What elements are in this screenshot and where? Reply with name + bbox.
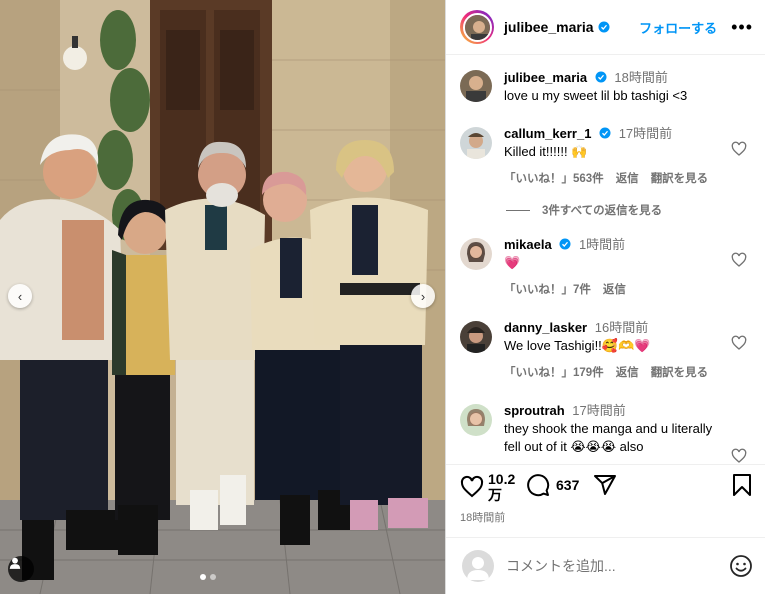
carousel-dot-active [200, 574, 206, 580]
comment-like-heart-icon[interactable] [731, 448, 747, 464]
story-ring[interactable] [460, 10, 494, 44]
reply-button[interactable]: 返信 [616, 364, 639, 382]
comment-meta: 「いいね！」563件 返信 翻訳を見る [504, 170, 708, 188]
user-tag-icon [9, 557, 21, 569]
verified-badge-icon [559, 238, 571, 250]
bookmark-icon [733, 474, 751, 496]
follow-button[interactable]: フォローする [639, 18, 717, 37]
commenter-avatar[interactable] [460, 321, 492, 353]
like-button[interactable]: 10.2万 [460, 471, 515, 503]
commenter-avatar[interactable] [460, 238, 492, 270]
view-replies-label: 3件すべての返信を見る [542, 205, 663, 217]
reply-button[interactable]: 返信 [603, 281, 626, 299]
comment-text: We love Tashigi!!🥰🫶💗 [504, 338, 651, 353]
caption-time: 18時間前 [614, 70, 668, 85]
reply-button[interactable]: 返信 [616, 170, 639, 188]
post-caption: julibee_maria 18時間前 love u my sweet lil … [460, 70, 751, 105]
comment-like-heart-icon[interactable] [731, 141, 747, 157]
view-replies-button[interactable]: 3件すべての返信を見る [506, 202, 751, 218]
tagged-users-button[interactable] [8, 556, 34, 582]
add-comment-bar [446, 537, 765, 594]
comment-time: 17時間前 [572, 403, 626, 418]
post-actions: 10.2万 637 18時間前 [446, 464, 765, 528]
carousel-dot [210, 574, 216, 580]
comment-time: 16時間前 [594, 320, 649, 335]
comment-text: 💗 [504, 255, 521, 270]
author-avatar[interactable] [462, 12, 492, 42]
comment-meta: 「いいね！」7件 返信 [504, 281, 626, 299]
caption-username[interactable]: julibee_maria [504, 70, 587, 85]
comment-username[interactable]: mikaela [504, 237, 552, 252]
post-side-panel: julibee_maria フォローする ••• julibee_maria 1… [445, 0, 765, 594]
comment-username[interactable]: callum_kerr_1 [504, 126, 591, 141]
comments-list[interactable]: julibee_maria 18時間前 love u my sweet lil … [446, 56, 765, 464]
next-photo-button[interactable]: › [411, 284, 435, 308]
comment-like-heart-icon[interactable] [731, 252, 747, 268]
viewer-avatar [462, 550, 494, 582]
chevron-right-icon: › [420, 288, 426, 304]
post-header: julibee_maria フォローする ••• [446, 0, 765, 55]
send-icon [594, 475, 617, 495]
verified-badge-icon [599, 127, 611, 139]
chevron-left-icon: ‹ [17, 288, 23, 304]
comment-item: mikaela 1時間前 💗 「いいね！」7件 返信 [460, 237, 751, 299]
comment-item: danny_lasker 16時間前 We love Tashigi!!🥰🫶💗 … [460, 320, 751, 382]
post-photo[interactable]: ‹ › [0, 0, 445, 594]
comment-username[interactable]: sproutrah [504, 403, 565, 418]
comment-text: Killed it!!!!!! 🙌 [504, 144, 588, 159]
comment-time: 17時間前 [618, 126, 673, 141]
author-username[interactable]: julibee_maria [504, 19, 594, 35]
heart-icon [460, 475, 484, 498]
comment-icon [527, 474, 550, 497]
comment-count: 637 [556, 477, 580, 493]
caption-avatar[interactable] [460, 70, 492, 102]
comment-like-count[interactable]: 「いいね！」563件 [504, 170, 604, 188]
save-button[interactable] [731, 473, 753, 500]
comment-like-count[interactable]: 「いいね！」7件 [504, 281, 591, 299]
commenter-avatar[interactable] [460, 127, 492, 159]
comment-like-count[interactable]: 「いいね！」179件 [504, 364, 604, 382]
translate-button[interactable]: 翻訳を見る [651, 364, 709, 382]
caption-text: love u my sweet lil bb tashigi <3 [504, 88, 688, 103]
verified-badge-icon [598, 21, 609, 33]
comment-meta: 「いいね！」179件 返信 翻訳を見る [504, 364, 708, 382]
comment-button[interactable]: 637 [526, 473, 579, 497]
translate-button[interactable]: 翻訳を見る [651, 170, 709, 188]
comment-item: sproutrah 17時間前 they shook the manga and… [460, 403, 751, 463]
like-count[interactable]: 10.2万 [488, 471, 515, 503]
comment-username[interactable]: danny_lasker [504, 320, 587, 335]
comment-like-heart-icon[interactable] [731, 335, 747, 351]
commenter-avatar[interactable] [460, 404, 492, 436]
photo-illustration [0, 0, 445, 594]
share-button[interactable] [593, 473, 617, 497]
comment-time: 1時間前 [578, 237, 626, 252]
comment-text: they shook the manga and u literally fel… [504, 421, 713, 454]
post-timestamp: 18時間前 [460, 512, 506, 524]
more-options-icon[interactable]: ••• [731, 18, 753, 36]
comment-input[interactable] [506, 558, 729, 574]
comment-item: callum_kerr_1 17時間前 Killed it!!!!!! 🙌 「い… [460, 126, 751, 188]
instagram-post-viewer: ‹ › julibee_maria フォローする ••• julibee_mar… [0, 0, 765, 594]
carousel-indicator [200, 574, 216, 580]
emoji-icon[interactable] [729, 554, 753, 578]
verified-badge-icon [595, 71, 607, 83]
previous-photo-button[interactable]: ‹ [8, 284, 32, 308]
